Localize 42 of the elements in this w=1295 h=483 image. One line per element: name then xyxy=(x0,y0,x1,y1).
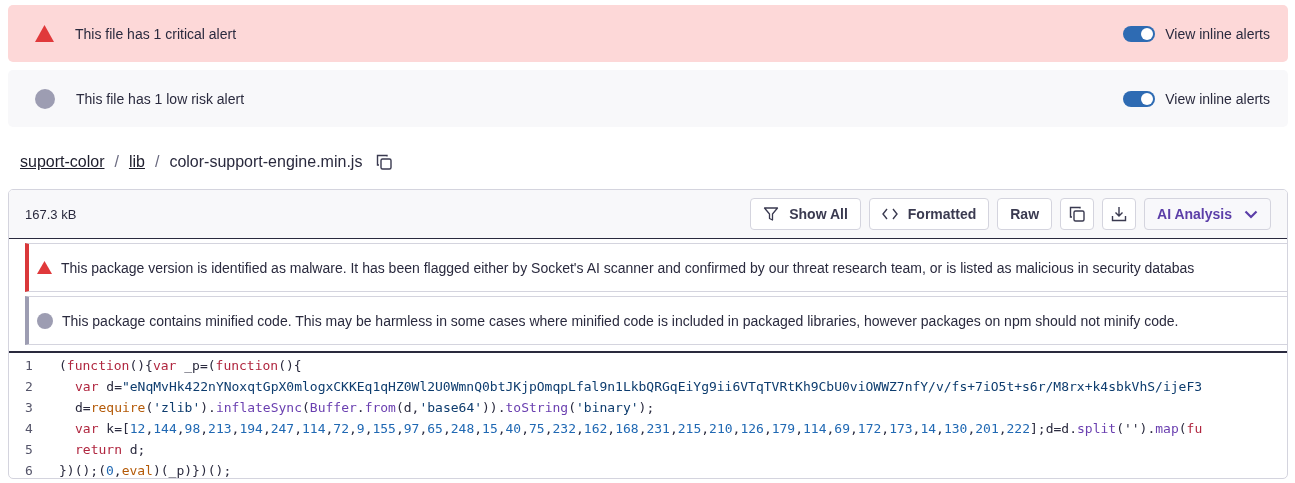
warning-icon xyxy=(35,25,54,42)
alert-message: This package version is identified as malware. It has been flagged either by Socket's AI scanner and confirmed by our threat research team, or is listed as malicious in security databas xyxy=(61,259,1195,276)
path-separator: / xyxy=(114,153,119,171)
alert-text: This file has 1 low risk alert xyxy=(76,90,245,107)
code-line: return d; xyxy=(74,442,146,457)
breadcrumb-link[interactable]: lib xyxy=(128,153,145,171)
code-line: })();(0,eval)(_p)})(); xyxy=(59,463,232,478)
copy-icon xyxy=(1069,206,1086,222)
circle-icon xyxy=(37,312,53,329)
show-all-button[interactable]: Show All xyxy=(750,198,861,230)
alert-message: This package contains minified code. This may be harmless in some cases where minified code is included in packaged libraries, however packages on npm should not minify code. xyxy=(62,312,1179,329)
code-line: var d="eNqMvHk422nYNoxqtGpX0mlogxCKKEq1qHZ0Wl2U0WmnQ0btJKjpOmqpLfal9n1LkbQRGqEiYg9ii6VTqTVRtKh9CbU0viOWWZ7nfY/v/fs+7iO5t+s6r/M8rx+k4sbkVhS/ijeF3 xyxy=(74,379,1203,394)
toggle-switch[interactable] xyxy=(1123,90,1156,107)
line-number: 6 xyxy=(24,463,34,478)
circle-icon xyxy=(35,88,55,109)
download-button[interactable] xyxy=(1102,198,1137,230)
line-number: 3 xyxy=(24,400,34,415)
ai-analysis-dropdown[interactable]: AI Analysis xyxy=(1144,198,1271,230)
inline-alerts-toggle[interactable]: View inline alerts xyxy=(1123,90,1270,107)
code-line: var k=[12,144,98,213,194,247,114,72,9,155,97,65,248,15,40,75,232,162,168,231,215,210,126,179,114,69,172,173,14,130,201,222];d=d.split('').map(fu xyxy=(74,421,1203,436)
line-number: 4 xyxy=(24,421,34,436)
copy-button[interactable] xyxy=(1060,198,1095,230)
code-icon xyxy=(881,208,898,220)
warning-icon xyxy=(37,261,52,274)
filter-icon xyxy=(763,206,780,222)
code-line: (function(){var _p=(function(){ xyxy=(59,358,302,373)
formatted-button[interactable]: Formatted xyxy=(868,198,990,230)
raw-button[interactable]: Raw xyxy=(997,198,1053,230)
copy-icon xyxy=(376,154,393,170)
download-icon xyxy=(1111,206,1128,222)
inline-alerts-toggle[interactable]: View inline alerts xyxy=(1123,25,1270,42)
chevron-down-icon xyxy=(1244,209,1258,219)
file-size: 167.3 kB xyxy=(25,206,77,222)
alert-text: This file has 1 critical alert xyxy=(75,25,237,42)
code-line: d=require('zlib').inflateSync(Buffer.from(d,'base64')).toString('binary'); xyxy=(74,400,655,415)
breadcrumb-link[interactable]: suport-color xyxy=(20,153,105,171)
line-number: 2 xyxy=(24,379,34,394)
line-number: 1 xyxy=(24,358,34,373)
line-number: 5 xyxy=(24,442,34,457)
path-separator: / xyxy=(154,153,160,171)
file-name: color-support-engine.min.js xyxy=(169,153,363,171)
toggle-switch[interactable] xyxy=(1123,25,1156,42)
